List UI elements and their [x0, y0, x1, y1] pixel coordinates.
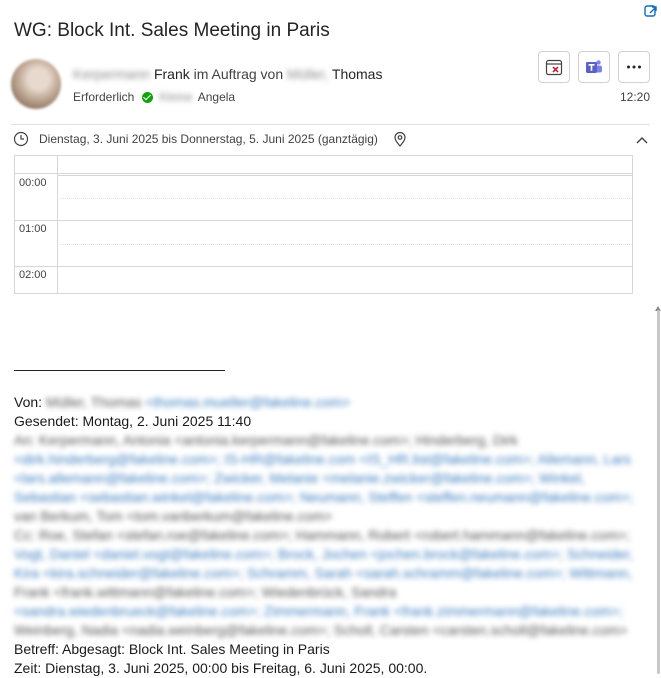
- from-line: Kerpermann Frank im Auftrag von Müller, …: [73, 66, 382, 82]
- from-label: Von:: [14, 394, 43, 410]
- subject-row: Betreff: Abgesagt: Block Int. Sales Meet…: [14, 641, 330, 657]
- recipients-row[interactable]: van Berkum, Tom <tom.vanberkum@fakeline.…: [14, 507, 648, 526]
- more-options-button[interactable]: [618, 51, 650, 83]
- attendee-firstname[interactable]: Angela: [198, 90, 235, 104]
- location-pin-icon[interactable]: [394, 131, 406, 147]
- delegate-firstname[interactable]: Thomas: [332, 66, 383, 82]
- popout-icon[interactable]: [643, 4, 659, 20]
- recipients-row[interactable]: An: Kerpermann, Antonia <antonia.kerperm…: [14, 431, 648, 450]
- cc-row[interactable]: Weinberg, Nadia <nadia.weinberg@fakeline…: [14, 621, 648, 640]
- sender-lastname[interactable]: Kerpermann: [73, 66, 150, 82]
- time-row: Zeit: Dienstag, 3. Juni 2025, 00:00 bis …: [14, 660, 428, 676]
- teams-join-button[interactable]: [578, 51, 610, 83]
- recipients-row[interactable]: <dirk.hinderberg@fakeline.com>; IS-HR@fa…: [14, 450, 648, 469]
- header-divider: [11, 124, 650, 125]
- delegate-lastname[interactable]: Müller,: [287, 66, 328, 82]
- cc-row[interactable]: Kira <kira.schneider@fakeline.com>; Schr…: [14, 564, 648, 583]
- calendar-hour-label: 01:00: [19, 223, 47, 235]
- message-subject: WG: Block Int. Sales Meeting in Paris: [14, 20, 330, 41]
- sender-firstname[interactable]: Frank: [154, 66, 190, 82]
- cc-row[interactable]: Frank <frank.wittmann@fakeline.com>; Wie…: [14, 583, 648, 602]
- sent-row: Gesendet: Montag, 2. Juni 2025 11:40: [14, 413, 252, 429]
- calendar-hour-label: 02:00: [19, 269, 47, 281]
- calendar-cancel-icon: [545, 59, 563, 76]
- sender-avatar[interactable]: [11, 59, 61, 109]
- message-body[interactable]: Von: Müller, Thomas <thomas.mueller@fake…: [14, 393, 648, 678]
- from-row: Von: Müller, Thomas <thomas.mueller@fake…: [14, 393, 648, 412]
- attendee-lastname[interactable]: Kleine: [159, 90, 192, 104]
- teams-icon: [586, 60, 602, 73]
- from-name: Müller, Thomas: [45, 394, 142, 410]
- on-behalf-text: im Auftrag von: [193, 66, 284, 82]
- attendees-line: Erforderlich Kleine Angela: [73, 90, 235, 104]
- calendar-half-hour-line: [57, 198, 632, 199]
- recipients-row[interactable]: <lars.allemann@fakeline.com>; Zwicker, M…: [14, 469, 648, 488]
- clock-icon: [13, 131, 29, 147]
- calendar-hour-line: [15, 220, 632, 221]
- remove-from-calendar-button[interactable]: [538, 51, 570, 83]
- event-date-line: Dienstag, 3. Juni 2025 bis Donnerstag, 5…: [13, 131, 406, 147]
- quote-separator: [14, 370, 225, 371]
- cc-row[interactable]: Vogt, Daniel <daniel.vogt@fakeline.com>;…: [14, 545, 648, 564]
- required-label: Erforderlich: [73, 90, 135, 104]
- from-email-link[interactable]: <thomas.mueller@fakeline.com>: [145, 394, 350, 410]
- cc-row[interactable]: Cc: Roe, Stefan <stefan.roe@fakeline.com…: [14, 526, 648, 545]
- calendar-hour-label: 00:00: [19, 177, 47, 189]
- accepted-check-icon: [142, 91, 154, 103]
- calendar-hour-line: [15, 266, 632, 267]
- calendar-half-hour-line: [57, 244, 632, 245]
- calendar-time-column-divider: [57, 156, 58, 293]
- event-date-range: Dienstag, 3. Juni 2025 bis Donnerstag, 5…: [39, 132, 378, 146]
- calendar-hour-line: [57, 175, 632, 176]
- calendar-allday-line: [15, 173, 632, 174]
- chevron-up-icon[interactable]: [636, 135, 648, 145]
- scrollbar-thumb[interactable]: [657, 310, 660, 674]
- calendar-preview[interactable]: 00:00 01:00 02:00: [14, 155, 633, 294]
- cc-row[interactable]: <sandra.wiedenbrueck@fakeline.com>; Zimm…: [14, 602, 648, 621]
- received-time: 12:20: [619, 90, 650, 104]
- more-options-icon: [627, 65, 641, 69]
- recipients-row[interactable]: Sebastian <sebastian.winkel@fakeline.com…: [14, 488, 648, 507]
